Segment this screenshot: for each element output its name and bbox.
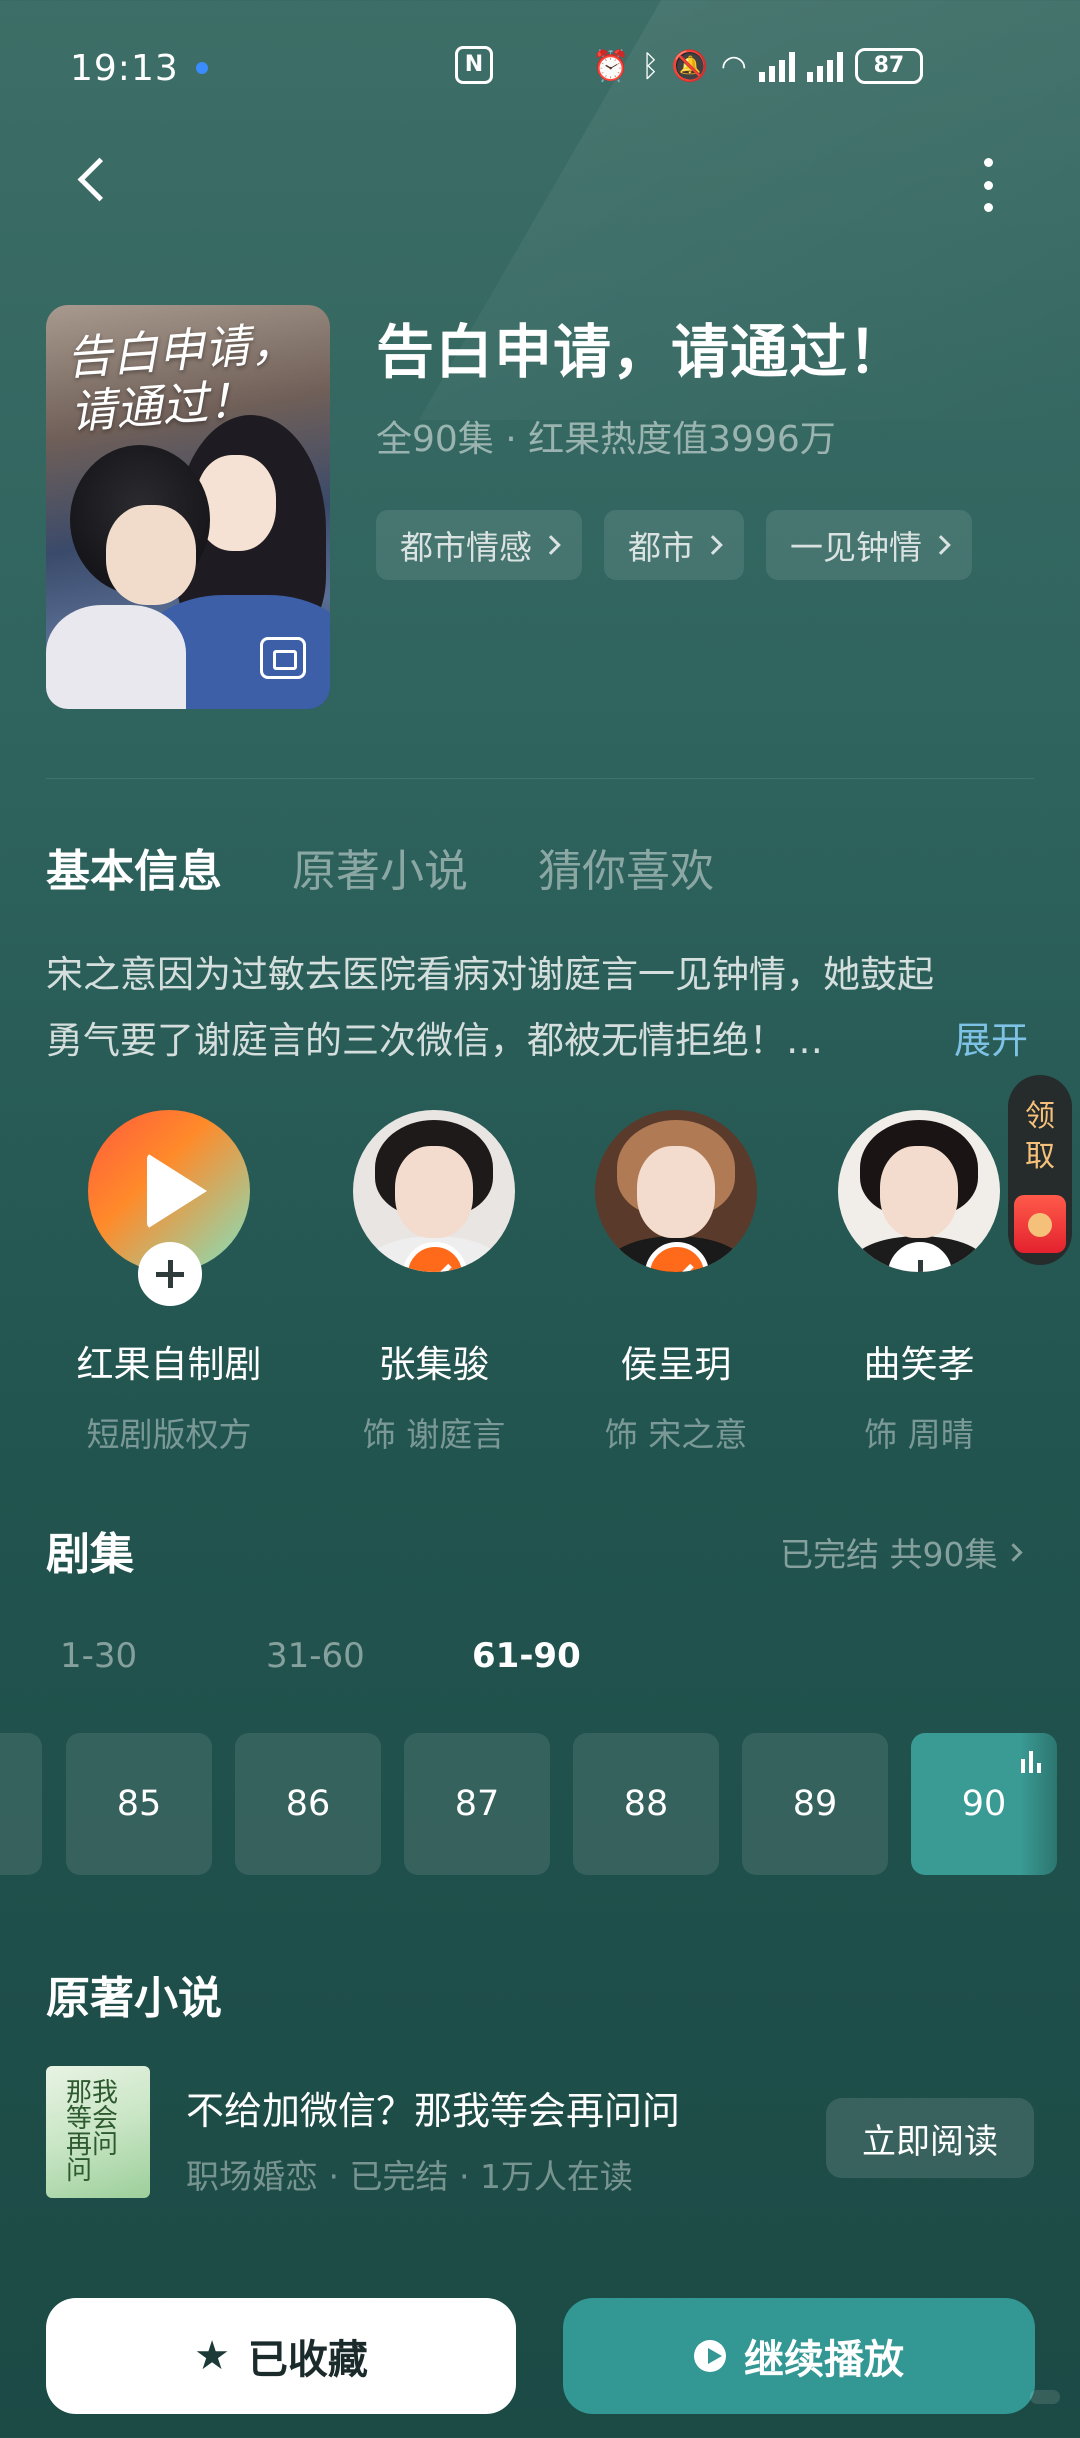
episode-range-tabs: 1-30 31-60 61-90 <box>60 1636 678 1676</box>
range-tab[interactable]: 31-60 <box>266 1636 472 1676</box>
episode-cell[interactable]: 86 <box>235 1733 381 1875</box>
chevron-right-icon <box>703 535 723 555</box>
alarm-icon: ⏰ <box>592 48 630 84</box>
more-options-button[interactable] <box>968 150 1008 220</box>
status-icons: ⏰ ᛒ 🔕 ◠ 87 <box>592 44 923 88</box>
poster-title: 告白申请，请通过！ <box>64 315 298 440</box>
save-image-icon[interactable] <box>260 637 306 679</box>
divider <box>46 778 1034 779</box>
tag-label: 都市情感 <box>400 528 532 567</box>
episode-grid: 84 85 86 87 88 89 90 <box>0 1733 1080 1875</box>
cast-item-producer[interactable]: 红果自制剧 短剧版权方 <box>69 1110 269 1456</box>
red-envelope-icon <box>1014 1195 1066 1253</box>
novel-cover-text: 那我等会再问问 <box>66 2078 119 2186</box>
hongguo-logo-icon <box>88 1110 250 1306</box>
synopsis-text: 宋之意因为过敏去医院看病对谢庭言一见钟情，她鼓起勇气要了谢庭言的三次微信，都被无… <box>46 953 934 1062</box>
episodes-status-link[interactable]: 已完结 共90集 <box>780 1528 1024 1576</box>
cast-role: 短剧版权方 <box>86 1415 252 1454</box>
novel-meta: 职场婚恋 · 已完结 · 1万人在读 <box>186 2157 633 2196</box>
cast-name: 张集骏 <box>378 1343 490 1386</box>
watermark-badge <box>1030 2390 1060 2404</box>
range-tab[interactable]: 1-30 <box>60 1636 266 1676</box>
drama-meta: 全90集 · 红果热度值3996万 <box>376 419 836 460</box>
add-follow-icon[interactable] <box>138 1242 202 1306</box>
signal-icon-2 <box>806 50 843 82</box>
drama-title: 告白申请，请通过！ <box>376 318 908 386</box>
cast-item-actor[interactable]: 张集骏 饰 谢庭言 <box>334 1110 534 1456</box>
signal-icon <box>758 50 795 82</box>
status-time: 19:13 <box>70 48 179 89</box>
tag-label: 都市 <box>628 528 694 567</box>
now-playing-icon <box>1021 1751 1041 1773</box>
episode-cell[interactable]: 87 <box>404 1733 550 1875</box>
tab-recommendations[interactable]: 猜你喜欢 <box>538 835 714 899</box>
episode-cell[interactable]: 89 <box>742 1733 888 1875</box>
play-label: 继续播放 <box>744 2337 904 2383</box>
cast-item-actor[interactable]: 曲笑孝 饰 周晴 <box>819 1110 1019 1456</box>
reward-label-1: 领 <box>1025 1099 1055 1134</box>
avatar <box>353 1110 515 1272</box>
tag-list: 都市情感 都市 一见钟情 <box>376 510 972 580</box>
range-tab-active[interactable]: 61-90 <box>472 1636 678 1676</box>
nfc-icon: N <box>455 46 493 84</box>
reward-label-2: 取 <box>1025 1139 1055 1174</box>
chevron-right-icon <box>1004 1542 1024 1562</box>
episodes-title: 剧集 <box>46 1529 134 1580</box>
play-icon <box>694 2340 726 2372</box>
star-icon: ★ <box>194 2333 230 2379</box>
chevron-right-icon <box>541 535 561 555</box>
cast-role: 饰 周晴 <box>864 1415 974 1454</box>
episode-cell[interactable]: 88 <box>573 1733 719 1875</box>
continue-play-button[interactable]: 继续播放 <box>563 2298 1035 2414</box>
tag-chip[interactable]: 都市 <box>604 510 744 580</box>
chevron-right-icon <box>931 535 951 555</box>
cast-role: 饰 宋之意 <box>604 1415 748 1454</box>
cast-item-actor[interactable]: 侯呈玥 饰 宋之意 <box>576 1110 776 1456</box>
novel-section-title: 原著小说 <box>46 1973 222 2024</box>
drama-poster[interactable]: 告白申请，请通过！ <box>46 305 330 709</box>
avatar <box>595 1110 757 1272</box>
episode-cell[interactable]: 85 <box>66 1733 212 1875</box>
cast-name: 红果自制剧 <box>76 1343 262 1386</box>
notification-dot-icon <box>196 62 208 74</box>
mute-icon: 🔕 <box>671 48 709 84</box>
wifi-icon: ◠ <box>720 48 747 84</box>
tag-chip[interactable]: 一见钟情 <box>766 510 972 580</box>
cast-name: 侯呈玥 <box>620 1343 732 1386</box>
synopsis: 宋之意因为过敏去医院看病对谢庭言一见钟情，她鼓起勇气要了谢庭言的三次微信，都被无… <box>46 942 1036 1074</box>
novel-cover[interactable]: 那我等会再问问 <box>46 2066 150 2198</box>
detail-tabs: 基本信息 原著小说 猜你喜欢 <box>46 835 714 899</box>
tab-original-novel[interactable]: 原著小说 <box>292 835 468 899</box>
reward-widget[interactable]: 领 取 <box>1008 1075 1072 1265</box>
cast-role: 饰 谢庭言 <box>362 1415 506 1454</box>
favorite-button[interactable]: ★ 已收藏 <box>46 2298 516 2414</box>
tab-basic-info[interactable]: 基本信息 <box>46 835 222 899</box>
favorite-label: 已收藏 <box>247 2337 368 2383</box>
bluetooth-icon: ᛒ <box>641 48 660 84</box>
expand-link[interactable]: 展开 <box>954 1008 1028 1074</box>
novel-name[interactable]: 不给加微信？那我等会再问问 <box>186 2080 680 2135</box>
read-now-button[interactable]: 立即阅读 <box>826 2098 1034 2178</box>
episode-label: 90 <box>961 1784 1007 1824</box>
back-button[interactable] <box>66 150 126 210</box>
status-bar: 19:13 N ⏰ ᛒ 🔕 ◠ 87 <box>0 0 1080 140</box>
avatar <box>838 1110 1000 1272</box>
episodes-status: 已完结 共90集 <box>780 1535 998 1574</box>
episode-cell-current[interactable]: 90 <box>911 1733 1057 1875</box>
cast-name: 曲笑孝 <box>863 1343 975 1386</box>
cast-list: 红果自制剧 短剧版权方 张集骏 饰 谢庭言 侯呈玥 饰 宋之意 曲笑孝 饰 周晴 <box>46 1110 1036 1454</box>
battery-icon: 87 <box>854 48 923 84</box>
episode-cell[interactable]: 84 <box>0 1733 42 1875</box>
tag-chip[interactable]: 都市情感 <box>376 510 582 580</box>
tag-label: 一见钟情 <box>790 528 922 567</box>
